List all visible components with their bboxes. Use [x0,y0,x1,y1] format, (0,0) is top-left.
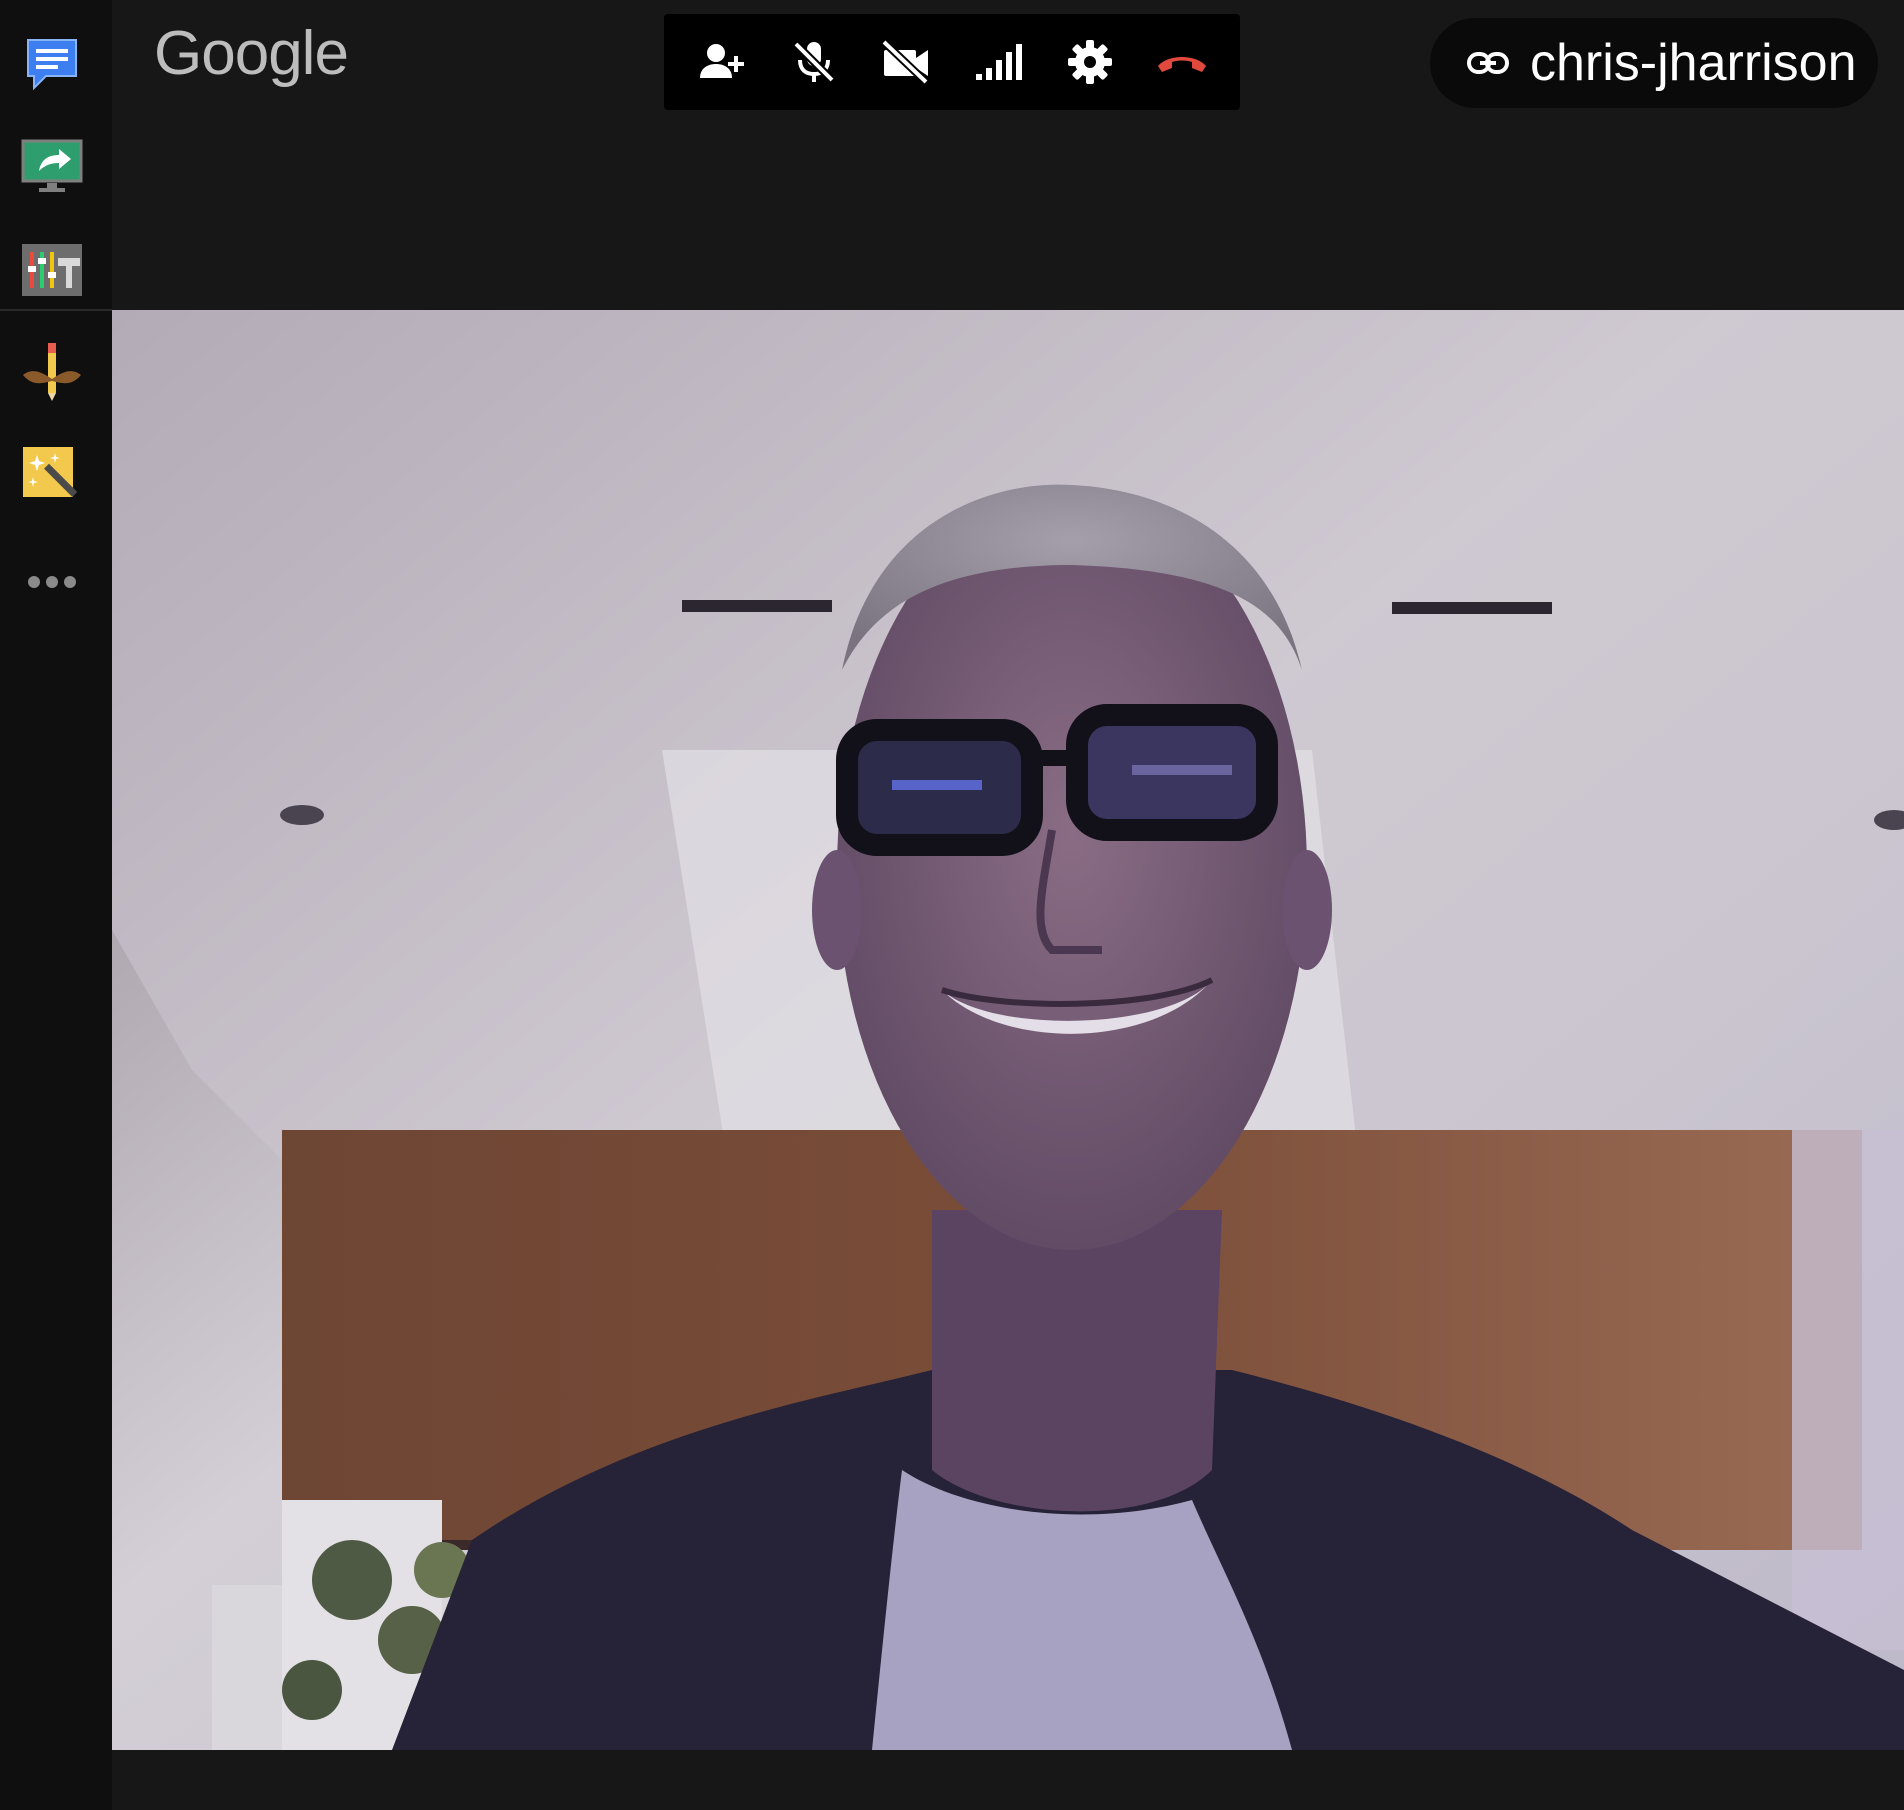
video-frame [112,310,1904,1750]
meeting-window: Google chris-jharrison [0,0,1904,1810]
settings-gear-icon[interactable] [1054,26,1126,98]
link-icon [1466,51,1510,75]
participant-video [112,310,1904,1750]
mustache-pencil-icon[interactable] [16,336,88,408]
add-person-icon[interactable] [686,26,758,98]
sidebar-divider [0,309,112,311]
call-control-bar [664,14,1240,110]
chat-icon[interactable] [16,28,88,100]
signal-strength-icon[interactable] [962,26,1034,98]
camera-off-icon[interactable] [870,26,942,98]
magic-wand-effects-icon[interactable] [16,440,88,512]
meeting-name: chris-jharrison [1530,34,1857,92]
bottom-strip [112,1750,1904,1810]
mic-off-icon[interactable] [778,26,850,98]
equalizer-settings-icon[interactable] [16,234,88,306]
present-screen-icon[interactable] [16,130,88,202]
meeting-link-button[interactable]: chris-jharrison [1430,18,1878,108]
hang-up-icon[interactable] [1146,26,1218,98]
more-horizontal-icon[interactable] [16,546,88,618]
tool-sidebar [0,0,112,1810]
google-logo: Google [154,19,349,88]
